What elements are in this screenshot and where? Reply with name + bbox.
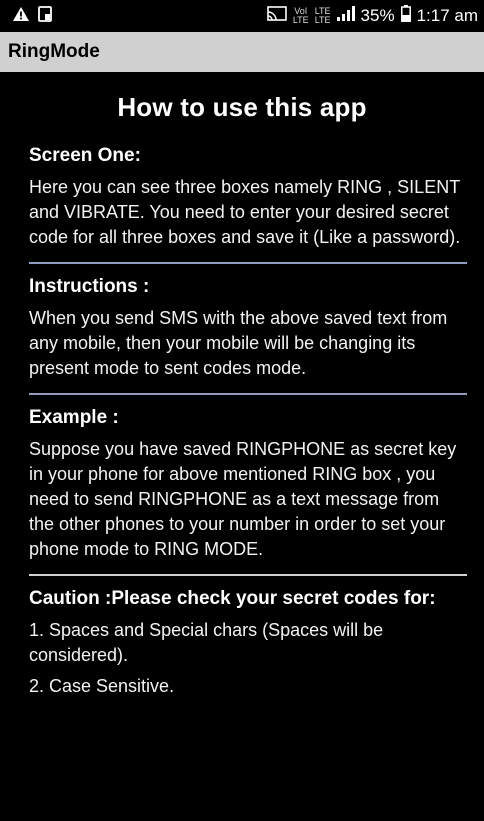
section-divider <box>29 262 467 264</box>
section-body: Suppose you have saved RINGPHONE as secr… <box>29 439 457 559</box>
list-item: 1. Spaces and Special chars (Spaces will… <box>29 620 384 665</box>
battery-percent: 35% <box>360 6 395 25</box>
section-example: Example : Suppose you have saved RINGPHO… <box>29 407 467 562</box>
cast-icon <box>267 5 287 27</box>
section-heading: Example : <box>29 407 119 428</box>
section-caution: Caution :Please check your secret codes … <box>29 588 467 699</box>
warning-icon <box>12 6 30 27</box>
app-title: RingMode <box>8 41 100 62</box>
section-instructions: Instructions : When you send SMS with th… <box>29 276 467 381</box>
section-divider <box>29 393 467 395</box>
status-left <box>12 5 52 27</box>
page-title: How to use this app <box>117 92 367 122</box>
list-item: 2. Case Sensitive. <box>29 676 175 696</box>
status-bar: VoI LTE LTE LTE 35% 1:17 am <box>0 0 484 32</box>
section-divider <box>29 574 467 576</box>
section-body: When you send SMS with the above saved t… <box>29 308 448 378</box>
app-bar: RingMode <box>0 32 484 72</box>
network-type-indicator: LTE LTE <box>314 6 331 25</box>
battery-icon <box>400 5 411 27</box>
volte-indicator: VoI LTE <box>292 6 309 25</box>
section-screen-one: Screen One: Here you can see three boxes… <box>29 145 467 250</box>
clock: 1:17 am <box>416 6 478 25</box>
signal-icon <box>336 6 355 26</box>
section-heading: Screen One: <box>29 145 141 166</box>
help-content[interactable]: How to use this app Screen One: Here you… <box>0 72 484 821</box>
section-heading: Instructions : <box>29 276 150 297</box>
section-heading: Caution :Please check your secret codes … <box>29 588 436 609</box>
screenshot-icon <box>38 5 52 27</box>
section-body: Here you can see three boxes namely RING… <box>29 177 461 247</box>
status-right: VoI LTE LTE LTE 35% 1:17 am <box>267 5 478 27</box>
